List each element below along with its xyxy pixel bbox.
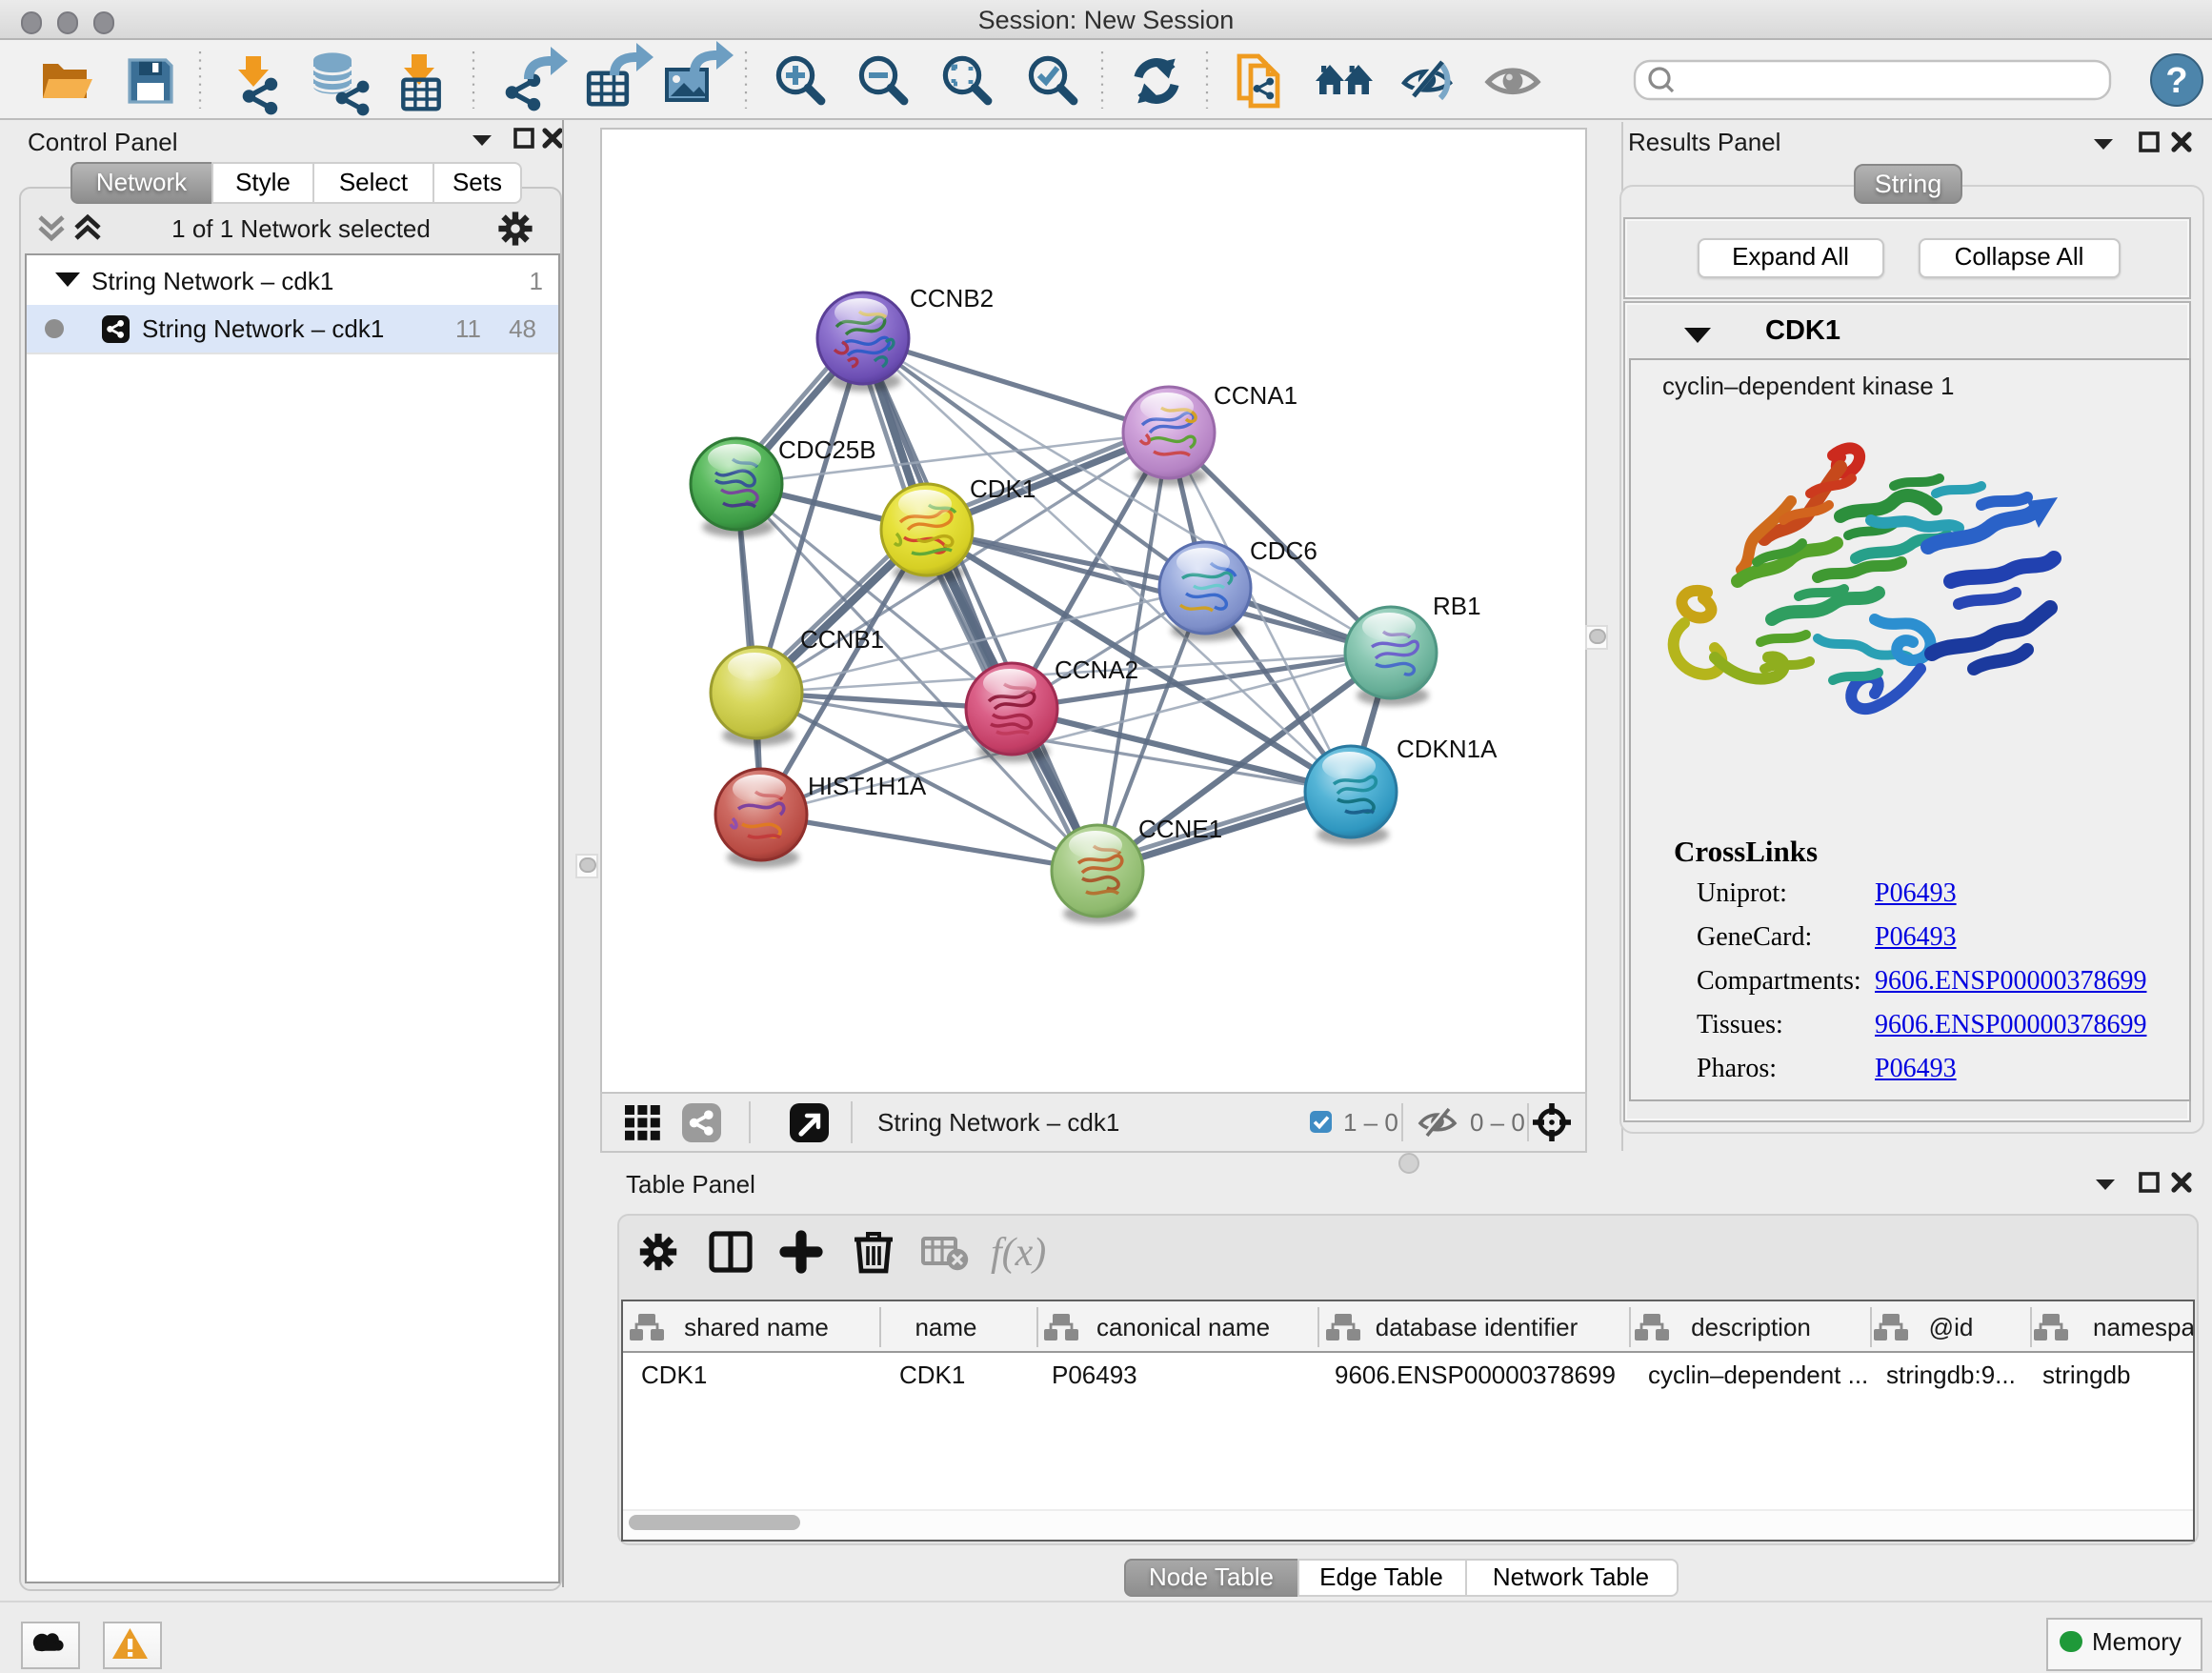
svg-text:namespac: namespac <box>2092 1313 2192 1341</box>
svg-text:CDC25B: CDC25B <box>777 434 875 463</box>
svg-text:1 – 0: 1 – 0 <box>1342 1108 1398 1137</box>
svg-text:database identifier: database identifier <box>1375 1313 1578 1341</box>
svg-text:canonical name: canonical name <box>1096 1313 1269 1341</box>
svg-text:CCNB2: CCNB2 <box>909 283 993 312</box>
svg-text:HIST1H1A: HIST1H1A <box>807 771 926 799</box>
svg-text:CDC6: CDC6 <box>1249 535 1317 564</box>
svg-text:11: 11 <box>454 314 480 343</box>
svg-text:?: ? <box>2165 61 2187 101</box>
svg-text:@id: @id <box>1928 1313 1973 1341</box>
svg-text:CCNB1: CCNB1 <box>799 624 883 653</box>
svg-text:1 of 1 Network selected: 1 of 1 Network selected <box>171 213 430 242</box>
svg-text:name: name <box>914 1313 975 1341</box>
svg-text:RB1: RB1 <box>1432 591 1480 619</box>
svg-text:0 – 0: 0 – 0 <box>1469 1108 1524 1137</box>
svg-text:CCNA1: CCNA1 <box>1213 380 1297 409</box>
svg-text:CDK1: CDK1 <box>969 474 1035 502</box>
svg-text:CCNA2: CCNA2 <box>1054 655 1137 683</box>
svg-text:String Network – cdk1: String Network – cdk1 <box>876 1108 1118 1137</box>
svg-text:description: description <box>1690 1313 1810 1341</box>
svg-text:f(x): f(x) <box>990 1231 1045 1275</box>
svg-text:48: 48 <box>508 314 535 343</box>
svg-text:CDKN1A: CDKN1A <box>1396 734 1497 762</box>
svg-text:1: 1 <box>529 267 542 295</box>
svg-text:CCNE1: CCNE1 <box>1137 814 1221 842</box>
svg-text:String Network – cdk1: String Network – cdk1 <box>90 267 332 295</box>
svg-text:String Network – cdk1: String Network – cdk1 <box>141 314 383 343</box>
svg-text:shared name: shared name <box>683 1313 828 1341</box>
